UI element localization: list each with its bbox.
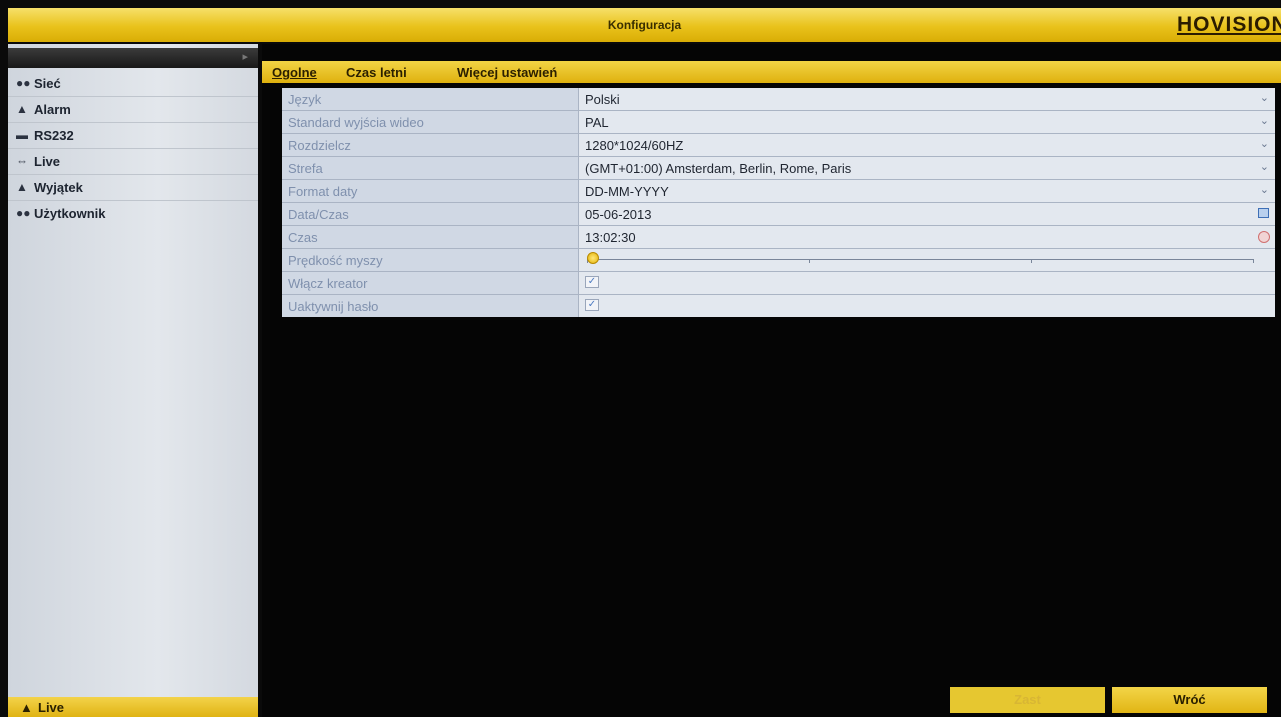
mouse-speed-slider[interactable] bbox=[579, 249, 1275, 271]
live-button-label: Live bbox=[38, 700, 65, 715]
form-row-format-daty: Format daty DD-MM-YYYY ⌄ bbox=[282, 180, 1275, 203]
tab-bar: Ogolne Czas letni Więcej ustawień bbox=[262, 61, 1281, 83]
back-button[interactable]: Wróć bbox=[1112, 687, 1267, 713]
field-value: 13:02:30 bbox=[585, 230, 636, 245]
sidebar-item-rs232[interactable]: ▬ RS232 bbox=[8, 124, 258, 149]
field-label: Prędkość myszy bbox=[288, 253, 383, 268]
field-label: Włącz kreator bbox=[288, 276, 368, 291]
form-row-strefa: Strefa (GMT+01:00) Amsterdam, Berlin, Ro… bbox=[282, 157, 1275, 180]
window-title: Konfiguracja bbox=[607, 18, 682, 32]
users-icon: ●● bbox=[16, 206, 31, 220]
slider-tick bbox=[1031, 259, 1032, 263]
calendar-icon[interactable] bbox=[1258, 208, 1269, 218]
field-label: Rozdzielcz bbox=[288, 138, 351, 153]
form-row-data: Data/Czas 05-06-2013 bbox=[282, 203, 1275, 226]
date-format-select[interactable]: DD-MM-YYYY ⌄ bbox=[579, 180, 1275, 202]
field-value: Polski bbox=[585, 92, 620, 107]
live-button[interactable]: ▲ Live bbox=[8, 697, 258, 717]
field-value: DD-MM-YYYY bbox=[585, 184, 669, 199]
sidebar-item-siec[interactable]: ●● Sieć bbox=[8, 72, 258, 97]
field-label: Uaktywnij hasło bbox=[288, 299, 379, 314]
chevron-down-icon: ⌄ bbox=[1259, 138, 1269, 150]
slider-handle[interactable] bbox=[587, 252, 599, 264]
language-select[interactable]: Polski ⌄ bbox=[579, 88, 1275, 110]
tab-ogolne[interactable]: Ogolne bbox=[272, 65, 317, 80]
password-checkbox[interactable]: ✓ bbox=[585, 299, 599, 311]
network-icon: ●● bbox=[16, 76, 31, 90]
sidebar-item-label: Live bbox=[34, 154, 61, 169]
sidebar-item-label: Alarm bbox=[34, 102, 71, 117]
tab-czas-letni[interactable]: Czas letni bbox=[346, 65, 407, 80]
form-row-kreator: Włącz kreator ✓ bbox=[282, 272, 1275, 295]
field-value: PAL bbox=[585, 115, 609, 130]
sidebar-item-selected[interactable]: ▸ bbox=[8, 48, 258, 68]
title-bar: Konfiguracja HOVISION bbox=[8, 8, 1281, 42]
chevron-right-icon: ▸ bbox=[242, 51, 248, 63]
form-row-predkosc: Prędkość myszy bbox=[282, 249, 1275, 272]
field-label: Strefa bbox=[288, 161, 323, 176]
chevron-down-icon: ⌄ bbox=[1259, 115, 1269, 127]
form-row-rozdzielcz: Rozdzielcz 1280*1024/60HZ ⌄ bbox=[282, 134, 1275, 157]
home-icon: ▲ bbox=[20, 700, 33, 715]
form-row-czas: Czas 13:02:30 bbox=[282, 226, 1275, 249]
wizard-checkbox[interactable]: ✓ bbox=[585, 276, 599, 288]
chevron-down-icon: ⌄ bbox=[1259, 184, 1269, 196]
sidebar-item-label: RS232 bbox=[34, 128, 74, 143]
apply-button[interactable]: Zast bbox=[950, 687, 1105, 713]
chevron-down-icon: ⌄ bbox=[1259, 161, 1269, 173]
slider-tick bbox=[1253, 259, 1254, 263]
live-icon: ⇔ bbox=[16, 154, 28, 168]
field-label: Format daty bbox=[288, 184, 358, 199]
form-row-jezyk: Język Polski ⌄ bbox=[282, 88, 1275, 111]
form-row-haslo: Uaktywnij hasło ✓ bbox=[282, 295, 1275, 317]
field-label: Data/Czas bbox=[288, 207, 349, 222]
sidebar: ▸ ●● Sieć ▲ Alarm ▬ RS232 ⇔ Live ▲ Wyjąt… bbox=[8, 44, 258, 717]
sidebar-item-label: Wyjątek bbox=[34, 180, 83, 195]
alarm-icon: ▲ bbox=[16, 102, 28, 116]
main-panel: Ogolne Czas letni Więcej ustawień Język … bbox=[262, 44, 1281, 717]
sidebar-item-wyjatek[interactable]: ▲ Wyjątek bbox=[8, 176, 258, 201]
clock-icon[interactable] bbox=[1258, 231, 1270, 243]
field-label: Język bbox=[288, 92, 322, 107]
sidebar-item-uzytkownik[interactable]: ●● Użytkownik bbox=[8, 202, 258, 226]
brand-logo: HOVISION bbox=[1177, 13, 1281, 36]
resolution-select[interactable]: 1280*1024/60HZ ⌄ bbox=[579, 134, 1275, 156]
slider-tick bbox=[809, 259, 810, 263]
field-value: 1280*1024/60HZ bbox=[585, 138, 684, 153]
field-value: 05-06-2013 bbox=[585, 207, 652, 222]
date-field[interactable]: 05-06-2013 bbox=[579, 203, 1275, 225]
sidebar-item-label: Sieć bbox=[34, 76, 61, 91]
field-label: Standard wyjścia wideo bbox=[288, 115, 424, 130]
field-value: (GMT+01:00) Amsterdam, Berlin, Rome, Par… bbox=[585, 161, 852, 176]
rs232-icon: ▬ bbox=[16, 128, 28, 142]
slider-track[interactable] bbox=[587, 259, 1254, 260]
form-row-standard: Standard wyjścia wideo PAL ⌄ bbox=[282, 111, 1275, 134]
field-label: Czas bbox=[288, 230, 318, 245]
sidebar-item-alarm[interactable]: ▲ Alarm bbox=[8, 98, 258, 123]
time-field[interactable]: 13:02:30 bbox=[579, 226, 1275, 248]
tab-wiecej-ustawien[interactable]: Więcej ustawień bbox=[457, 65, 557, 80]
video-standard-select[interactable]: PAL ⌄ bbox=[579, 111, 1275, 133]
settings-form: Język Polski ⌄ Standard wyjścia wideo PA… bbox=[282, 88, 1275, 317]
chevron-down-icon: ⌄ bbox=[1259, 92, 1269, 104]
timezone-select[interactable]: (GMT+01:00) Amsterdam, Berlin, Rome, Par… bbox=[579, 157, 1275, 179]
sidebar-item-label: Użytkownik bbox=[34, 206, 106, 221]
sidebar-item-live[interactable]: ⇔ Live bbox=[8, 150, 258, 175]
warning-icon: ▲ bbox=[16, 180, 28, 194]
